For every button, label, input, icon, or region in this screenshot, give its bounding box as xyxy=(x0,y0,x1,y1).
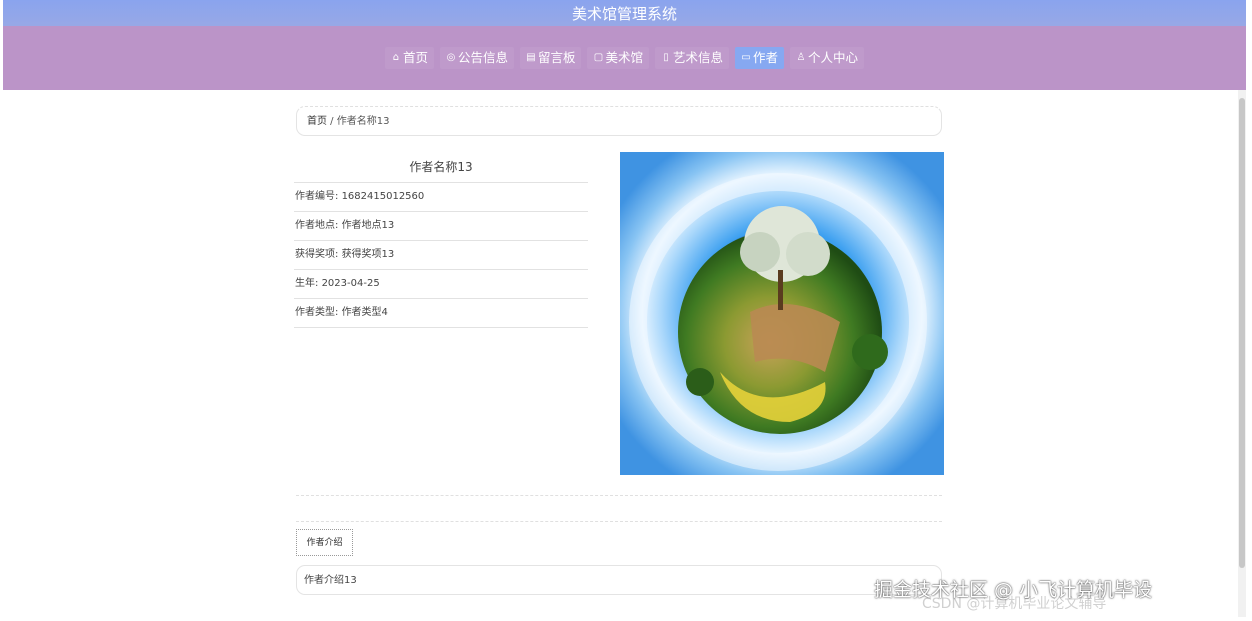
app-title: 美术馆管理系统 xyxy=(571,5,677,23)
breadcrumb: 首页 / 作者名称13 xyxy=(296,106,942,136)
author-photo-image xyxy=(620,152,944,475)
nav-item-label: 艺术信息 xyxy=(673,50,724,65)
announcement-icon: ◎ xyxy=(446,52,456,63)
field-label: 作者类型 xyxy=(295,307,335,318)
field-value: 作者类型4 xyxy=(341,307,388,318)
page-scrollbar[interactable] xyxy=(1238,90,1246,617)
author-field-row: 作者地点: 作者地点13 xyxy=(294,212,588,241)
nav-item-art-info[interactable]: ▯ 艺术信息 xyxy=(655,47,730,69)
field-value: 作者地点13 xyxy=(341,220,395,231)
author-field-row: 作者类型: 作者类型4 xyxy=(294,299,588,328)
page: 美术馆管理系统 ⌂ 首页 ◎ 公告信息 ▤ 留言板 ▢ 美术馆 ▯ 艺术信息 ▭… xyxy=(0,0,1252,621)
nav-item-author[interactable]: ▭ 作者 xyxy=(735,47,785,69)
watermark-main: 掘金技术社区 @ 小飞计算机毕设 xyxy=(874,579,1153,601)
field-value: 2023-04-25 xyxy=(321,278,380,289)
author-icon: ▭ xyxy=(741,52,751,63)
breadcrumb-home-link[interactable]: 首页 xyxy=(307,116,327,127)
gallery-icon: ▢ xyxy=(593,52,604,63)
field-label: 作者编号 xyxy=(295,191,335,202)
message-icon: ▤ xyxy=(526,52,536,63)
nav-item-message-board[interactable]: ▤ 留言板 xyxy=(519,47,582,69)
nav-item-label: 作者 xyxy=(753,50,779,65)
section-divider xyxy=(296,521,942,522)
nav-item-gallery[interactable]: ▢ 美术馆 xyxy=(587,47,649,69)
nav-item-label: 个人中心 xyxy=(808,50,859,65)
field-label: 获得奖项 xyxy=(295,249,335,260)
nav-item-home[interactable]: ⌂ 首页 xyxy=(384,47,434,69)
author-intro-content: 作者介绍13 xyxy=(296,565,942,595)
field-value: 获得奖项13 xyxy=(341,249,395,260)
author-field-row: 获得奖项: 获得奖项13 xyxy=(294,241,588,270)
home-icon: ⌂ xyxy=(392,52,400,63)
author-photo xyxy=(620,152,944,475)
field-label: 生年 xyxy=(295,278,315,289)
author-info-panel: 作者名称13 作者编号: 1682415012560 作者地点: 作者地点13 … xyxy=(294,152,588,328)
art-info-icon: ▯ xyxy=(663,52,669,63)
author-name-title: 作者名称13 xyxy=(294,152,588,183)
nav-item-personal-center[interactable]: ♙ 个人中心 xyxy=(790,47,865,69)
scrollbar-thumb[interactable] xyxy=(1239,98,1245,568)
breadcrumb-separator: / xyxy=(327,116,337,127)
nav-item-label: 公告信息 xyxy=(457,50,508,65)
tab-author-intro[interactable]: 作者介绍 xyxy=(296,529,353,556)
author-field-row: 作者编号: 1682415012560 xyxy=(294,183,588,212)
nav-item-label: 美术馆 xyxy=(605,50,643,65)
section-divider xyxy=(296,495,942,496)
nav-item-label: 留言板 xyxy=(537,50,576,65)
author-field-row: 生年: 2023-04-25 xyxy=(294,270,588,299)
nav-item-announcements[interactable]: ◎ 公告信息 xyxy=(439,47,514,69)
breadcrumb-current: 作者名称13 xyxy=(336,116,390,127)
field-label: 作者地点 xyxy=(295,220,335,231)
field-value: 1682415012560 xyxy=(341,191,425,202)
nav-bar: ⌂ 首页 ◎ 公告信息 ▤ 留言板 ▢ 美术馆 ▯ 艺术信息 ▭ 作者 ♙ 个人… xyxy=(3,26,1246,90)
app-title-bar: 美术馆管理系统 xyxy=(3,0,1246,26)
user-icon: ♙ xyxy=(796,52,806,63)
nav-item-label: 首页 xyxy=(402,50,428,65)
author-intro-text: 作者介绍13 xyxy=(304,575,357,586)
main-nav: ⌂ 首页 ◎ 公告信息 ▤ 留言板 ▢ 美术馆 ▯ 艺术信息 ▭ 作者 ♙ 个人… xyxy=(3,47,1246,69)
